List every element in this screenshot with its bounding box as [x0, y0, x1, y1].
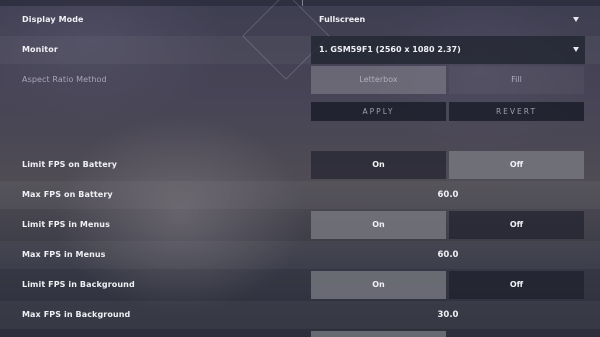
revert-button[interactable]: REVERT: [449, 102, 584, 121]
monitor-value: 1. GSM59F1 (2560 x 1080 2.37): [319, 45, 461, 54]
setting-row-limit-fps-background: Limit FPS in Background On Off: [0, 271, 600, 299]
limit-fps-background-on-option[interactable]: On: [311, 271, 446, 299]
chevron-down-icon: [573, 17, 579, 22]
setting-row-display-mode: Display Mode Fullscreen: [0, 6, 600, 34]
setting-row-limit-fps-menus: Limit FPS in Menus On Off: [0, 211, 600, 239]
setting-row-max-fps-menus: Max FPS in Menus 60.0: [0, 241, 600, 269]
limit-fps-menus-off-option[interactable]: Off: [449, 211, 584, 239]
setting-row-limit-fps-battery: Limit FPS on Battery On Off: [0, 151, 600, 179]
limit-fps-background-off-option[interactable]: Off: [449, 271, 584, 299]
max-fps-background-value[interactable]: 30.0: [311, 301, 585, 329]
setting-row-max-fps-battery: Max FPS on Battery 60.0: [0, 181, 600, 209]
limit-fps-menus-label: Limit FPS in Menus: [22, 220, 110, 229]
aspect-ratio-label: Aspect Ratio Method: [22, 75, 107, 84]
max-fps-background-label: Max FPS in Background: [22, 310, 131, 319]
monitor-dropdown[interactable]: 1. GSM59F1 (2560 x 1080 2.37): [311, 36, 585, 64]
limit-fps-background-label: Limit FPS in Background: [22, 280, 135, 289]
setting-row-max-fps-background: Max FPS in Background 30.0: [0, 301, 600, 329]
aspect-ratio-letterbox-option[interactable]: Letterbox: [311, 66, 446, 94]
max-fps-battery-value[interactable]: 60.0: [311, 181, 585, 209]
display-mode-dropdown[interactable]: Fullscreen: [311, 6, 585, 34]
monitor-label: Monitor: [22, 45, 58, 54]
limit-fps-battery-off-option[interactable]: Off: [449, 151, 584, 179]
max-fps-battery-label: Max FPS on Battery: [22, 190, 113, 199]
display-mode-label: Display Mode: [22, 15, 84, 24]
aspect-ratio-fill-option[interactable]: Fill: [449, 66, 584, 94]
limit-fps-menus-on-option[interactable]: On: [311, 211, 446, 239]
limit-fps-battery-on-option[interactable]: On: [311, 151, 446, 179]
max-fps-menus-label: Max FPS in Menus: [22, 250, 106, 259]
limit-fps-battery-label: Limit FPS on Battery: [22, 160, 118, 169]
setting-row-monitor: Monitor 1. GSM59F1 (2560 x 1080 2.37): [0, 36, 600, 64]
next-row-toggle-partial[interactable]: [311, 331, 446, 337]
chevron-down-icon: [573, 47, 579, 52]
apply-button[interactable]: APPLY: [311, 102, 446, 121]
setting-row-aspect-ratio: Aspect Ratio Method Letterbox Fill: [0, 66, 600, 94]
display-mode-value: Fullscreen: [319, 15, 366, 24]
max-fps-menus-value[interactable]: 60.0: [311, 241, 585, 269]
